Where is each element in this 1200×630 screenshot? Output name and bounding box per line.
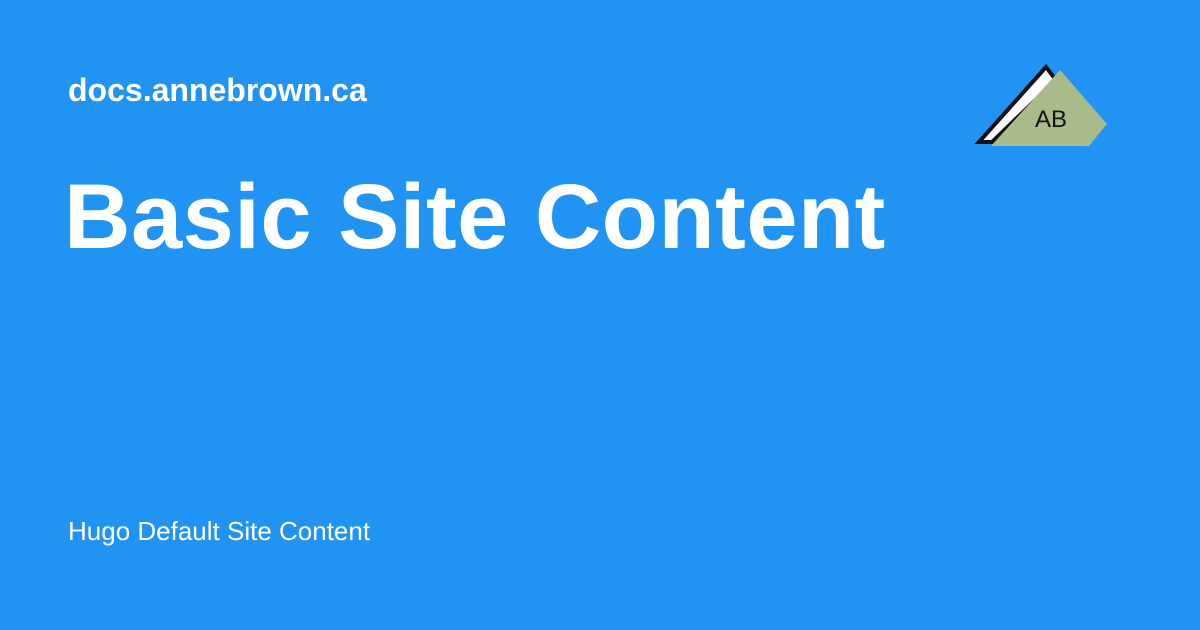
ab-logo: AB — [974, 62, 1112, 152]
social-card: docs.annebrown.ca AB Basic Site Content … — [0, 0, 1200, 630]
site-name: docs.annebrown.ca — [68, 72, 367, 108]
page-title: Basic Site Content — [64, 166, 886, 268]
ab-logo-icon: AB — [974, 63, 1107, 146]
page-description: Hugo Default Site Content — [68, 516, 371, 546]
logo-text: AB — [1035, 106, 1067, 133]
